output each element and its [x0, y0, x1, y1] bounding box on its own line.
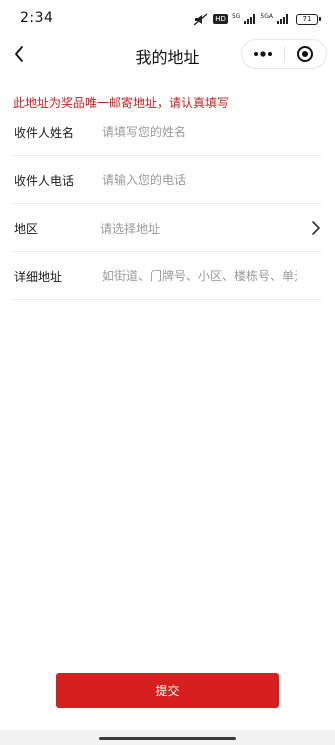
- form-row-region[interactable]: 地区 请选择地址: [13, 204, 322, 252]
- mini-program-capsule: [241, 39, 327, 69]
- chevron-right-icon: [312, 221, 320, 235]
- close-program-button[interactable]: [284, 40, 326, 68]
- system-navigation-bar: [0, 730, 335, 745]
- home-indicator[interactable]: [99, 737, 236, 740]
- my-address-page: 2:34 HD 5G 5GA 71 我的地址 此地址为奖品唯一邮寄地址，请认真填…: [0, 0, 335, 745]
- address-input[interactable]: [102, 261, 297, 291]
- phone-label: 收件人电话: [14, 174, 75, 188]
- signal-icon: [277, 14, 288, 24]
- network-label-1: 5G: [231, 12, 241, 20]
- hd-badge: HD: [213, 14, 228, 24]
- network-label-2: 5GA: [260, 12, 273, 20]
- region-label: 地区: [14, 222, 39, 236]
- address-label: 详细地址: [14, 270, 63, 284]
- name-input[interactable]: [102, 117, 297, 147]
- submit-button[interactable]: 提交: [56, 673, 279, 708]
- target-circle-icon: [297, 46, 314, 62]
- battery-level: 71: [296, 13, 318, 25]
- battery-icon: 71: [296, 13, 321, 25]
- form-row-name: 收件人姓名: [13, 108, 322, 156]
- navigation-bar: 我的地址: [0, 34, 335, 74]
- status-time: 2:34: [20, 10, 54, 26]
- phone-input[interactable]: [102, 165, 297, 195]
- name-label: 收件人姓名: [14, 126, 75, 140]
- signal-icon: [244, 14, 256, 24]
- more-button[interactable]: [242, 40, 284, 68]
- form-row-address: 详细地址: [13, 252, 322, 300]
- region-picker[interactable]: 请选择地址: [100, 220, 160, 237]
- address-form: 收件人姓名 收件人电话 地区 请选择地址 详细地址: [13, 108, 322, 300]
- status-icons: HD 5G 5GA 71: [193, 12, 321, 26]
- status-bar: 2:34 HD 5G 5GA 71: [0, 0, 335, 34]
- form-row-phone: 收件人电话: [13, 156, 322, 204]
- more-dots-icon: [253, 51, 272, 57]
- mute-icon: [193, 12, 208, 26]
